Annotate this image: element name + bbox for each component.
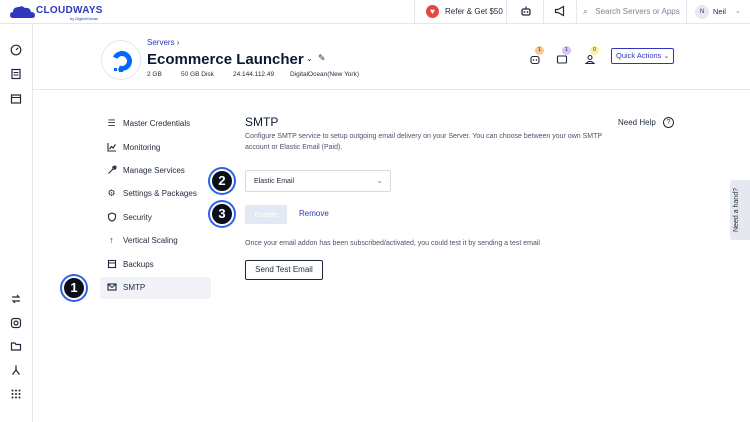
search-icon: ⌕ <box>583 6 589 16</box>
chevron-down-icon: ⌄ <box>735 8 741 15</box>
menu-item-vertical-scaling[interactable]: ↑ Vertical Scaling <box>100 230 211 252</box>
megaphone-icon[interactable] <box>553 5 567 19</box>
enable-button[interactable]: Enable <box>245 205 287 224</box>
smtp-description: Configure SMTP service to setup outgoing… <box>245 133 602 151</box>
quick-actions-label: Quick Actions <box>616 51 662 60</box>
divider <box>543 0 544 24</box>
menu-item-security[interactable]: Security <box>100 207 211 229</box>
divider <box>506 0 507 24</box>
top-bar: CLOUDWAYS by DigitalOcean ♥ Refer & Get … <box>0 0 750 24</box>
digitalocean-logo <box>101 40 141 80</box>
window-icon[interactable] <box>10 93 22 105</box>
divider <box>576 0 577 24</box>
bot-icon[interactable] <box>519 5 533 19</box>
divider <box>686 0 687 24</box>
menu-item-backups[interactable]: Backups <box>100 254 211 276</box>
smtp-provider-select[interactable]: Elastic Email ⌄ <box>245 170 391 192</box>
logo-subtext: by DigitalOcean <box>70 16 99 21</box>
do-square <box>114 68 117 71</box>
menu-item-master-credentials[interactable]: ☰ Master Credentials <box>100 113 211 135</box>
search-box[interactable]: ⌕ Search Servers or Apps <box>583 6 680 17</box>
user-name: Neil <box>713 7 726 16</box>
server-name: Ecommerce Launcher <box>147 51 304 68</box>
menu-item-label: Security <box>123 213 152 222</box>
divider <box>414 0 415 24</box>
gear-icon: ⚙ <box>107 188 116 198</box>
breadcrumb-servers[interactable]: Servers <box>147 38 175 47</box>
menu-item-label: Backups <box>123 260 154 269</box>
page-title: SMTP <box>245 115 279 129</box>
apps-grid-icon[interactable] <box>10 388 22 400</box>
do-square <box>119 68 123 72</box>
heart-icon: ♥ <box>426 5 439 18</box>
need-a-hand-tab[interactable]: Need a hand? <box>730 180 750 240</box>
logo-text: CLOUDWAYS <box>36 5 103 16</box>
arrow-up-icon: ↑ <box>109 235 114 245</box>
notification-badge: 0 <box>590 46 599 55</box>
server-disk: 50 GB Disk <box>181 71 214 78</box>
menu-item-label: Monitoring <box>123 143 161 152</box>
menu-item-smtp[interactable]: SMTP <box>100 277 211 299</box>
chevron-down-icon: ⌄ <box>663 53 670 60</box>
menu-item-label: Master Credentials <box>123 119 191 128</box>
test-info-text: Once your email addon has been subscribe… <box>245 240 540 247</box>
avatar: N <box>695 5 709 19</box>
menu-item-label: Vertical Scaling <box>123 236 178 245</box>
server-ip: 24.144.112.49 <box>233 71 275 78</box>
chevron-down-icon[interactable]: ⌄ <box>306 54 313 63</box>
wrench-icon <box>106 165 117 176</box>
search-placeholder: Search Servers or Apps <box>595 7 680 16</box>
menu-item-label: Settings & Packages <box>123 189 197 198</box>
quick-actions-button[interactable]: Quick Actions ⌄ <box>611 48 674 64</box>
menu-item-label: SMTP <box>123 283 146 292</box>
step-callout-2: 2 <box>210 169 234 193</box>
refer-label: Refer & Get $50 <box>445 7 503 16</box>
chart-icon <box>106 142 117 153</box>
notification-badge: 1 <box>562 46 571 55</box>
step-callout-1: 1 <box>62 276 86 300</box>
list-icon: ☰ <box>107 118 116 128</box>
transfer-icon[interactable] <box>10 293 22 305</box>
server-list-icon[interactable] <box>10 68 22 80</box>
shield-icon <box>106 212 117 223</box>
need-help-link[interactable]: Need Help <box>618 118 656 127</box>
cloudways-logo[interactable]: CLOUDWAYS by DigitalOcean <box>10 4 120 22</box>
breadcrumb[interactable]: Servers › <box>147 38 179 47</box>
server-header: Servers › Ecommerce Launcher ⌄ ✎ 2 GB 50… <box>33 24 750 90</box>
settings-gear-icon[interactable] <box>10 317 22 329</box>
need-a-hand-label: Need a hand? <box>733 188 740 232</box>
speedometer-icon[interactable] <box>10 44 22 56</box>
help-icon[interactable]: ? <box>663 117 674 128</box>
notification-badge: 1 <box>535 46 544 55</box>
remove-button[interactable]: Remove <box>299 209 329 218</box>
left-rail <box>0 24 33 422</box>
server-ram: 2 GB <box>147 71 162 78</box>
server-provider: DigitalOcean(New York) <box>290 71 360 78</box>
menu-item-manage-services[interactable]: Manage Services <box>100 160 211 182</box>
step-callout-3: 3 <box>210 202 234 226</box>
folder-icon[interactable] <box>10 340 22 352</box>
selected-value: Elastic Email <box>254 178 295 185</box>
backup-icon <box>106 259 117 270</box>
merge-icon[interactable] <box>10 364 22 376</box>
send-test-email-button[interactable]: Send Test Email <box>245 260 323 280</box>
pencil-icon[interactable]: ✎ <box>318 53 326 64</box>
menu-item-label: Manage Services <box>123 166 185 175</box>
mail-icon <box>106 282 117 293</box>
chevron-down-icon: ⌄ <box>376 176 383 185</box>
menu-item-settings-packages[interactable]: ⚙ Settings & Packages <box>100 183 211 205</box>
menu-item-monitoring[interactable]: Monitoring <box>100 137 211 159</box>
